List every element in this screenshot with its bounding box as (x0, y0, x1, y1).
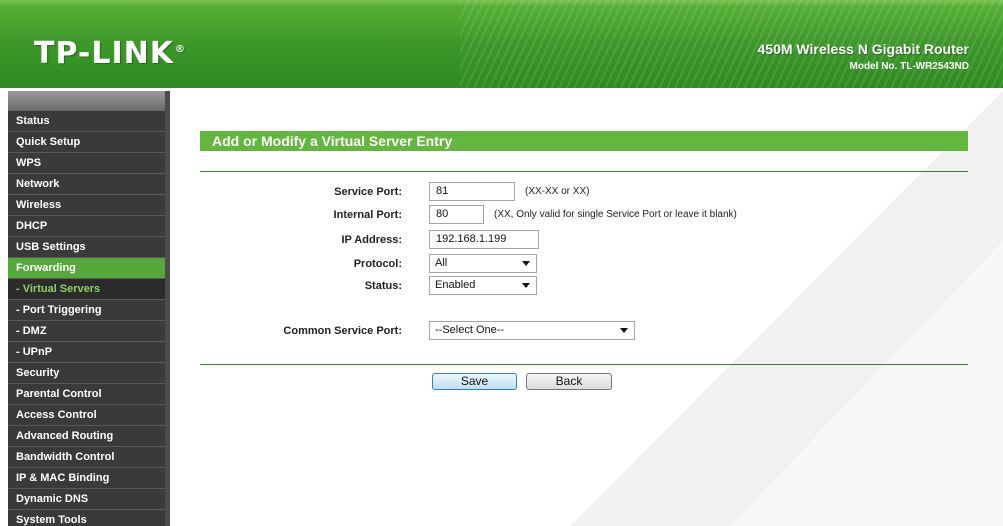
sidebar-item-dynamic-dns[interactable]: Dynamic DNS (8, 489, 165, 510)
chevron-down-icon (522, 261, 530, 266)
sidebar-item-wps[interactable]: WPS (8, 153, 165, 174)
sidebar-subitem-virtual-servers[interactable]: - Virtual Servers (8, 279, 165, 300)
main-content: Add or Modify a Virtual Server Entry Ser… (170, 91, 1003, 526)
internal-port-label: Internal Port: (333, 209, 402, 221)
sidebar-item-advanced-routing[interactable]: Advanced Routing (8, 426, 165, 447)
sidebar-item-ip-mac-binding[interactable]: IP & MAC Binding (8, 468, 165, 489)
sidebar-item-system-tools[interactable]: System Tools (8, 510, 165, 526)
chevron-down-icon (522, 283, 530, 288)
registered-mark: ® (175, 44, 187, 55)
sidebar-item-usb-settings[interactable]: USB Settings (8, 237, 165, 258)
sidebar-item-forwarding[interactable]: Forwarding (8, 258, 165, 279)
model-number: Model No. TL-WR2543ND (849, 61, 969, 72)
protocol-value: All (435, 257, 448, 269)
sidebar-top-pad (8, 91, 165, 111)
protocol-select[interactable]: All (429, 254, 537, 273)
sidebar-item-status[interactable]: Status (8, 111, 165, 132)
sidebar-subitem-upnp[interactable]: - UPnP (8, 342, 165, 363)
internal-port-hint: (XX, Only valid for single Service Port … (494, 209, 737, 220)
sidebar-item-quick-setup[interactable]: Quick Setup (8, 132, 165, 153)
back-button[interactable]: Back (526, 373, 612, 390)
sidebar-item-bandwidth-control[interactable]: Bandwidth Control (8, 447, 165, 468)
protocol-label: Protocol: (353, 258, 402, 270)
watermark-logo (570, 91, 1003, 526)
product-name: 450M Wireless N Gigabit Router (757, 41, 969, 57)
tp-link-logo: TP-LINK® (34, 36, 186, 71)
sidebar-subitem-dmz[interactable]: - DMZ (8, 321, 165, 342)
status-value: Enabled (435, 279, 476, 291)
logo-text: TP-LINK (34, 36, 175, 71)
ip-address-input[interactable]: 192.168.1.199 (429, 230, 539, 249)
bottom-divider (200, 364, 968, 365)
service-port-hint: (XX-XX or XX) (525, 186, 590, 197)
top-divider (200, 171, 968, 172)
chevron-down-icon (620, 328, 628, 333)
service-port-input[interactable]: 81 (429, 182, 515, 201)
ip-address-label: IP Address: (341, 234, 402, 246)
page-title: Add or Modify a Virtual Server Entry (200, 131, 968, 151)
sidebar-menu: Status Quick Setup WPS Network Wireless … (8, 91, 165, 526)
save-button[interactable]: Save (432, 373, 517, 390)
sidebar-item-dhcp[interactable]: DHCP (8, 216, 165, 237)
sidebar-item-access-control[interactable]: Access Control (8, 405, 165, 426)
internal-port-input[interactable]: 80 (429, 205, 484, 224)
sidebar-subitem-port-triggering[interactable]: - Port Triggering (8, 300, 165, 321)
sidebar-item-security[interactable]: Security (8, 363, 165, 384)
common-service-port-label: Common Service Port: (283, 325, 402, 337)
common-service-port-select[interactable]: --Select One-- (429, 321, 635, 340)
sidebar-item-network[interactable]: Network (8, 174, 165, 195)
common-service-port-value: --Select One-- (435, 324, 505, 336)
sidebar-item-parental-control[interactable]: Parental Control (8, 384, 165, 405)
header-banner: TP-LINK® 450M Wireless N Gigabit Router … (0, 0, 1003, 88)
status-select[interactable]: Enabled (429, 276, 537, 295)
service-port-label: Service Port: (334, 186, 402, 198)
sidebar-item-wireless[interactable]: Wireless (8, 195, 165, 216)
status-label: Status: (364, 280, 402, 292)
